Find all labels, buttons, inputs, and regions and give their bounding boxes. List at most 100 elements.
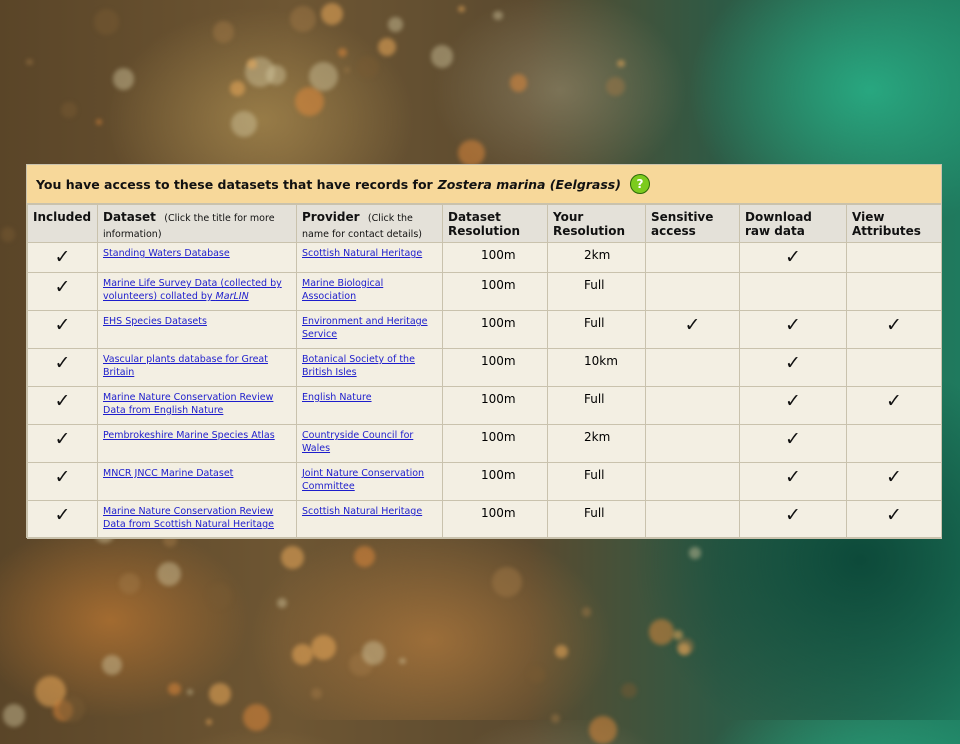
col-download-raw-data: Download raw data (739, 204, 847, 243)
provider-cell: Countryside Council for Wales (296, 424, 443, 463)
your-resolution-cell: 10km (547, 348, 646, 387)
sensitive-access-cell (645, 462, 740, 501)
table-row: ✓ Marine Nature Conservation Review Data … (27, 386, 942, 425)
dataset-resolution-cell: 100m (442, 462, 548, 501)
dataset-link[interactable]: Standing Waters Database (103, 248, 230, 259)
check-icon: ✓ (785, 390, 801, 412)
dataset-cell: Pembrokeshire Marine Species Atlas (97, 424, 297, 463)
dataset-cell: Standing Waters Database (97, 242, 297, 273)
download-raw-data-cell: ✓ (739, 500, 847, 539)
col-dataset-resolution: Dataset Resolution (442, 204, 548, 243)
col-provider: Provider (Click the name for contact det… (296, 204, 443, 243)
dataset-resolution-cell: 100m (442, 424, 548, 463)
check-icon: ✓ (54, 246, 71, 268)
provider-link[interactable]: Scottish Natural Heritage (302, 506, 422, 517)
check-icon: ✓ (785, 466, 801, 488)
table-row: ✓ Pembrokeshire Marine Species Atlas Count… (27, 424, 942, 463)
dataset-link[interactable]: Marine Nature Conservation Review Data f… (103, 392, 273, 416)
datasets-panel: You have access to these datasets that h… (26, 164, 942, 539)
included-cell: ✓ (27, 242, 98, 273)
col-view-attributes: View Attributes (846, 204, 942, 243)
species-name: Zostera marina (Eelgrass) (437, 176, 621, 192)
check-icon: ✓ (54, 276, 71, 298)
provider-link[interactable]: Scottish Natural Heritage (302, 248, 422, 259)
col-your-resolution: Your Resolution (547, 204, 646, 243)
your-resolution-cell: Full (547, 386, 646, 425)
help-icon[interactable]: ? (629, 174, 650, 194)
dataset-link[interactable]: Marine Life Survey Data (collected by vo… (103, 278, 282, 302)
provider-link[interactable]: Botanical Society of the British Isles (302, 354, 415, 378)
dataset-cell: Marine Nature Conservation Review Data f… (97, 500, 297, 539)
check-icon: ✓ (785, 352, 801, 374)
dataset-resolution-cell: 100m (442, 348, 548, 387)
panel-header: You have access to these datasets that h… (27, 165, 941, 204)
check-icon: ✓ (684, 314, 701, 336)
dataset-cell: Vascular plants database for Great Brita… (97, 348, 297, 387)
sensitive-access-cell (645, 500, 740, 539)
dataset-cell: MNCR JNCC Marine Dataset (97, 462, 297, 501)
provider-cell: Scottish Natural Heritage (296, 242, 443, 273)
dataset-link[interactable]: Vascular plants database for Great Brita… (103, 354, 268, 378)
provider-link[interactable]: English Nature (302, 392, 372, 403)
check-icon: ✓ (54, 428, 71, 450)
included-cell: ✓ (27, 310, 98, 349)
provider-link[interactable]: Joint Nature Conservation Committee (302, 468, 424, 492)
view-attributes-cell: ✓ (846, 386, 942, 425)
provider-link[interactable]: Environment and Heritage Service (302, 316, 428, 340)
provider-link[interactable]: Countryside Council for Wales (302, 430, 413, 454)
sensitive-access-cell (645, 386, 740, 425)
included-cell: ✓ (27, 272, 98, 311)
view-attributes-cell: ✓ (846, 462, 942, 501)
dataset-resolution-cell: 100m (442, 500, 548, 539)
check-icon: ✓ (785, 504, 801, 526)
download-raw-data-cell: ✓ (739, 242, 847, 273)
check-icon: ✓ (886, 390, 902, 412)
check-icon: ✓ (54, 504, 71, 526)
table-row: ✓ EHS Species Datasets Environment and Her… (27, 310, 942, 349)
table-row: ✓ MNCR JNCC Marine Dataset Joint Nature Co… (27, 462, 942, 501)
dataset-cell: Marine Nature Conservation Review Data f… (97, 386, 297, 425)
view-attributes-cell (846, 272, 942, 311)
check-icon: ✓ (886, 466, 902, 488)
dataset-resolution-cell: 100m (442, 272, 548, 311)
included-cell: ✓ (27, 462, 98, 501)
dataset-link[interactable]: EHS Species Datasets (103, 316, 207, 327)
header-text: You have access to these datasets that h… (36, 176, 433, 192)
sensitive-access-cell (645, 424, 740, 463)
dataset-link[interactable]: Marine Nature Conservation Review Data f… (103, 506, 274, 530)
sensitive-access-cell (645, 242, 740, 273)
your-resolution-cell: Full (547, 272, 646, 311)
provider-link[interactable]: Marine Biological Association (302, 278, 383, 302)
your-resolution-cell: 2km (547, 242, 646, 273)
your-resolution-cell: Full (547, 500, 646, 539)
check-icon: ✓ (54, 466, 71, 488)
sensitive-access-cell (645, 348, 740, 387)
dataset-resolution-cell: 100m (442, 386, 548, 425)
check-icon: ✓ (54, 314, 71, 336)
table-row: ✓ Marine Life Survey Data (collected by v… (27, 272, 942, 311)
check-icon: ✓ (54, 390, 71, 412)
view-attributes-cell: ✓ (846, 500, 942, 539)
check-icon: ✓ (785, 246, 801, 268)
provider-cell: Joint Nature Conservation Committee (296, 462, 443, 501)
check-icon: ✓ (785, 428, 801, 450)
sensitive-access-cell (645, 272, 740, 311)
dataset-cell: Marine Life Survey Data (collected by vo… (97, 272, 297, 311)
check-icon: ✓ (54, 352, 71, 374)
download-raw-data-cell: ✓ (739, 462, 847, 501)
provider-cell: Botanical Society of the British Isles (296, 348, 443, 387)
provider-cell: Marine Biological Association (296, 272, 443, 311)
dataset-cell: EHS Species Datasets (97, 310, 297, 349)
included-cell: ✓ (27, 348, 98, 387)
sensitive-access-cell: ✓ (645, 310, 740, 349)
view-attributes-cell: ✓ (846, 310, 942, 349)
col-included: Included (27, 204, 98, 243)
dataset-link[interactable]: Pembrokeshire Marine Species Atlas (103, 430, 275, 441)
dataset-resolution-cell: 100m (442, 310, 548, 349)
view-attributes-cell (846, 242, 942, 273)
view-attributes-cell (846, 424, 942, 463)
view-attributes-cell (846, 348, 942, 387)
col-sensitive-access: Sensitive access (645, 204, 740, 243)
check-icon: ✓ (886, 314, 902, 336)
dataset-link[interactable]: MNCR JNCC Marine Dataset (103, 468, 233, 479)
